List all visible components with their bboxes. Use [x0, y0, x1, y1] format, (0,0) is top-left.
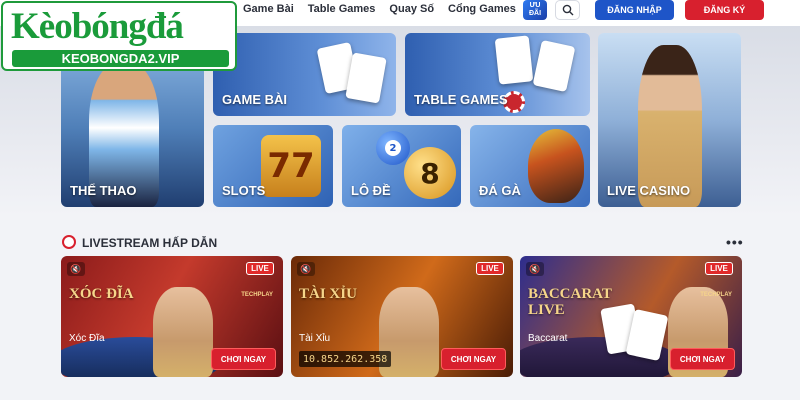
tile-label: TABLE GAMES [414, 92, 508, 107]
live-card-xoc-dia[interactable]: 🔇 LIVE XÓC ĐĨA TECHPLAY Xóc Đĩa CHƠI NGA… [61, 256, 283, 377]
tile-game-bai[interactable]: GAME BÀI [213, 33, 396, 116]
tile-label: THỂ THAO [70, 183, 137, 198]
nav-game-bai[interactable]: Game Bài [243, 3, 294, 15]
play-now-button[interactable]: CHƠI NGAY [670, 348, 735, 370]
logo-domain: KEOBONGDA2.VIP [12, 50, 229, 67]
main-nav: Game Bài Table Games Quay Số Cổng Games [243, 0, 516, 18]
playing-card-image [532, 39, 576, 93]
tile-slots[interactable]: 77 SLOTS [213, 125, 333, 207]
live-card-name: Baccarat [528, 333, 568, 344]
live-card-baccarat[interactable]: 🔇 LIVE BACCARAT LIVE TECHPLAY Baccarat C… [520, 256, 742, 377]
live-card-name: Xóc Đĩa [69, 333, 105, 344]
live-card-tai-xiu[interactable]: 🔇 LIVE TÀI XỈU Tài Xỉu 10.852.262.358 CH… [291, 256, 513, 377]
play-now-button[interactable]: CHƠI NGAY [441, 348, 506, 370]
tile-da-ga[interactable]: ĐÁ GÀ [470, 125, 590, 207]
playing-card-image [345, 52, 387, 104]
tile-label: LIVE CASINO [607, 183, 691, 198]
lottery-ball-image: 2 [376, 131, 410, 165]
logo-wordmark: Kèobóngđá [11, 6, 184, 47]
site-logo[interactable]: Kèobóngđá KEOBONGDA2.VIP [1, 1, 237, 71]
live-card-title: BACCARAT LIVE [528, 286, 612, 318]
playing-card-image [494, 35, 534, 85]
dealer-image [153, 287, 213, 377]
tile-lo-de[interactable]: 2 8 LÔ ĐỀ [342, 125, 461, 207]
tile-label: LÔ ĐỀ [351, 183, 391, 198]
rooster-image [528, 129, 584, 203]
live-section-icon [62, 235, 76, 249]
tile-live-casino[interactable]: LIVE CASINO [598, 33, 741, 207]
live-card-title: TÀI XỈU [299, 286, 357, 302]
nav-quay-so[interactable]: Quay Số [389, 3, 434, 15]
mute-icon[interactable]: 🔇 [67, 262, 85, 276]
tile-label: GAME BÀI [222, 92, 287, 107]
tile-label: SLOTS [222, 183, 266, 198]
live-card-title: XÓC ĐĨA [69, 286, 134, 302]
tile-table-games[interactable]: TABLE GAMES [405, 33, 590, 116]
live-badge: LIVE [246, 262, 274, 275]
live-badge: LIVE [705, 262, 733, 275]
play-now-button[interactable]: CHƠI NGAY [211, 348, 276, 370]
lottery-ball-image: 8 [404, 147, 456, 199]
nav-table-games[interactable]: Table Games [308, 3, 376, 15]
mute-icon[interactable]: 🔇 [297, 262, 315, 276]
section-title: LIVESTREAM HẤP DẪN [82, 236, 218, 250]
promo-badge[interactable]: ƯU ĐÃI [523, 0, 547, 20]
slot-seven-image: 77 [261, 135, 321, 197]
live-card-name: Tài Xỉu [299, 333, 331, 344]
more-options-icon[interactable]: ••• [726, 235, 744, 249]
search-button[interactable] [555, 0, 580, 20]
login-button[interactable]: ĐĂNG NHẬP [595, 0, 674, 20]
jackpot-counter: 10.852.262.358 [299, 351, 392, 367]
provider-logo: TECHPLAY [700, 292, 732, 298]
live-badge: LIVE [476, 262, 504, 275]
nav-cong-games[interactable]: Cổng Games [448, 3, 516, 15]
mute-icon[interactable]: 🔇 [526, 262, 544, 276]
register-button[interactable]: ĐĂNG KÝ [685, 0, 764, 20]
provider-logo: TECHPLAY [241, 292, 273, 298]
search-icon [562, 4, 573, 16]
tile-label: ĐÁ GÀ [479, 183, 521, 198]
